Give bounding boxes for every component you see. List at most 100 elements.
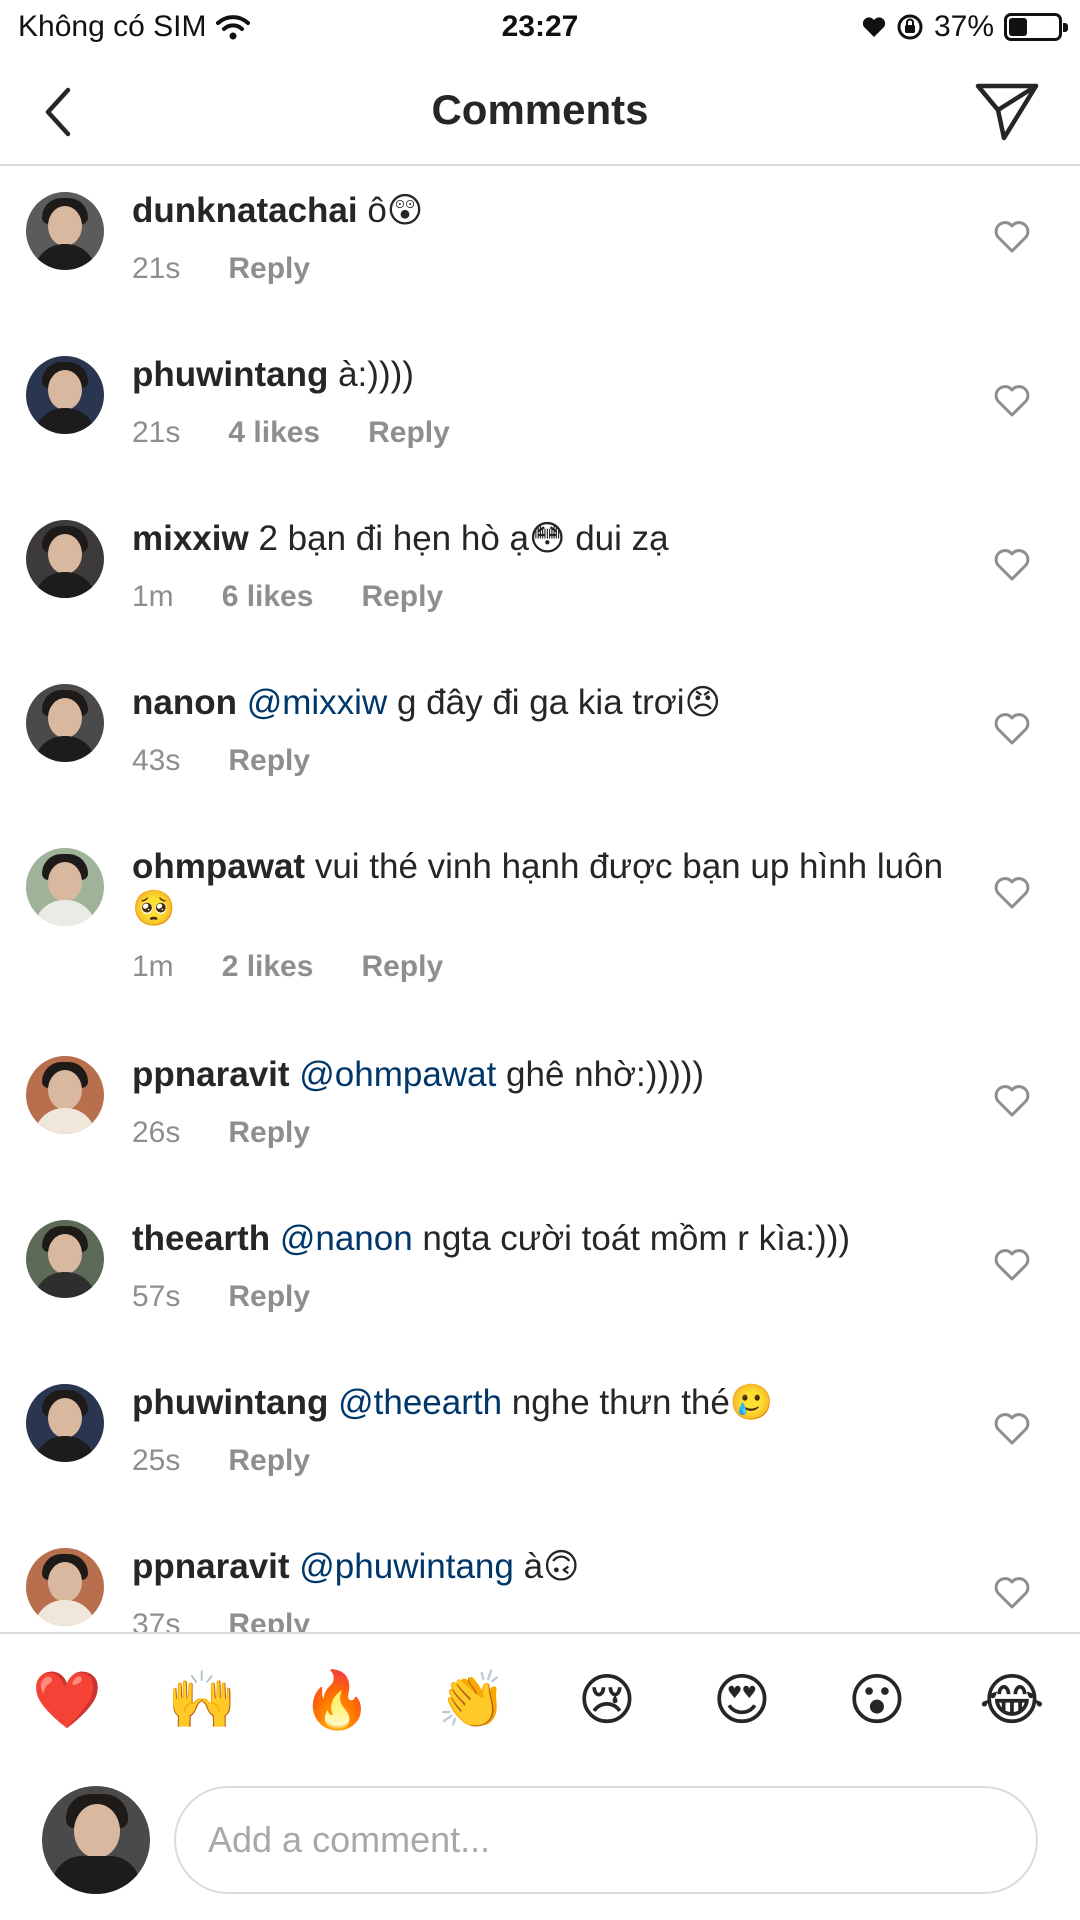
orientation-lock-icon	[897, 14, 923, 40]
comment-body: ô😲	[367, 191, 424, 230]
comment-mention[interactable]: @mixxiw	[247, 683, 388, 722]
comment-mention[interactable]: @nanon	[280, 1219, 413, 1258]
heart-outline-icon[interactable]	[994, 548, 1030, 582]
comment-composer	[0, 1768, 1080, 1920]
emoji-surprised[interactable]: 😮	[842, 1666, 912, 1736]
emoji-laughing[interactable]: 😂	[977, 1666, 1047, 1736]
comment-meta: 1m 6 likes Reply	[132, 580, 443, 614]
heart-outline-icon[interactable]	[994, 220, 1030, 254]
comment-time: 21s	[132, 252, 181, 285]
heart-outline-icon[interactable]	[994, 384, 1030, 418]
battery-percent: 37%	[933, 10, 994, 43]
comment-text: ppnaravit @phuwintang à🙃	[132, 1546, 962, 1588]
likes-count[interactable]: 6 likes	[222, 580, 314, 614]
likes-count[interactable]: 4 likes	[228, 416, 320, 450]
heart-outline-icon[interactable]	[994, 1248, 1030, 1282]
comment-body: ngta cười toát mồm r kìa:)))	[422, 1219, 851, 1258]
avatar[interactable]	[26, 1548, 104, 1626]
reply-button[interactable]: Reply	[368, 416, 450, 450]
comment-username[interactable]: theearth	[132, 1219, 270, 1258]
share-button[interactable]	[974, 80, 1040, 142]
page-title: Comments	[431, 86, 649, 133]
comment-body: à:))))	[338, 355, 414, 394]
comment-meta: 25s Reply	[132, 1444, 310, 1478]
comment-body: 2 bạn đi hẹn hò ạ😳 dui zạ	[258, 519, 669, 558]
comments-list[interactable]: dunknatachai ô😲 21s Reply phuwintang à:)…	[0, 168, 1080, 1632]
comment-username[interactable]: mixxiw	[132, 519, 249, 558]
comment-time: 21s	[132, 416, 181, 449]
comment-time: 57s	[132, 1280, 181, 1313]
avatar[interactable]	[26, 1056, 104, 1134]
status-bar: Không có SIM 23:27 37%	[0, 0, 1080, 56]
avatar[interactable]	[26, 1220, 104, 1298]
comment-username[interactable]: phuwintang	[132, 355, 328, 394]
battery-icon	[1004, 13, 1068, 41]
comment-time: 43s	[132, 744, 181, 777]
comment-time: 1m	[132, 950, 174, 983]
comment-mention[interactable]: @theearth	[338, 1383, 502, 1422]
comment-body: à🙃	[523, 1547, 580, 1586]
comment-username[interactable]: ohmpawat	[132, 847, 305, 886]
comment-mention[interactable]: @ohmpawat	[299, 1055, 496, 1094]
comment-meta: 1m 2 likes Reply	[132, 950, 443, 984]
avatar[interactable]	[26, 520, 104, 598]
heart-status-icon	[862, 17, 886, 37]
likes-count[interactable]: 2 likes	[222, 950, 314, 984]
heart-outline-icon[interactable]	[994, 876, 1030, 910]
comment-time: 1m	[132, 580, 174, 613]
avatar[interactable]	[26, 848, 104, 926]
comment-username[interactable]: ppnaravit	[132, 1055, 290, 1094]
header: Comments	[0, 56, 1080, 166]
comment-time: 26s	[132, 1116, 181, 1149]
add-comment-input[interactable]	[174, 1786, 1038, 1894]
comment-text: ohmpawat vui thé vinh hạnh được bạn up h…	[132, 846, 962, 930]
comment-time: 37s	[132, 1608, 181, 1632]
heart-outline-icon[interactable]	[994, 712, 1030, 746]
comment-body: g đây đi ga kia trơi😠	[396, 683, 721, 722]
avatar[interactable]	[26, 356, 104, 434]
comment-text: mixxiw 2 bạn đi hẹn hò ạ😳 dui zạ	[132, 518, 962, 560]
emoji-raised-hands[interactable]: 🙌	[167, 1666, 237, 1736]
comment-text: dunknatachai ô😲	[132, 190, 962, 232]
reply-button[interactable]: Reply	[228, 744, 310, 778]
my-avatar	[42, 1786, 150, 1894]
reply-button[interactable]: Reply	[228, 1116, 310, 1150]
comment-username[interactable]: ppnaravit	[132, 1547, 290, 1586]
reply-button[interactable]: Reply	[361, 950, 443, 984]
comment-mention[interactable]: @phuwintang	[299, 1547, 514, 1586]
comment-username[interactable]: dunknatachai	[132, 191, 358, 230]
paper-plane-icon	[975, 83, 1039, 141]
comment-meta: 21s Reply	[132, 252, 310, 286]
emoji-heart-eyes[interactable]: 😍	[707, 1666, 777, 1736]
heart-outline-icon[interactable]	[994, 1412, 1030, 1446]
battery-fill	[1009, 18, 1027, 36]
heart-outline-icon[interactable]	[994, 1084, 1030, 1118]
reply-button[interactable]: Reply	[228, 1608, 310, 1632]
emoji-heart[interactable]: ❤️	[32, 1666, 102, 1736]
avatar[interactable]	[26, 684, 104, 762]
avatar[interactable]	[26, 192, 104, 270]
emoji-reaction-bar: ❤️ 🙌 🔥 👏 😢 😍 😮 😂	[0, 1632, 1080, 1768]
emoji-crying[interactable]: 😢	[572, 1666, 642, 1736]
reply-button[interactable]: Reply	[228, 252, 310, 286]
reply-button[interactable]: Reply	[228, 1444, 310, 1478]
comment-meta: 21s 4 likes Reply	[132, 416, 450, 450]
comment-username[interactable]: nanon	[132, 683, 237, 722]
comment-text: nanon @mixxiw g đây đi ga kia trơi😠	[132, 682, 962, 724]
avatar[interactable]	[26, 1384, 104, 1462]
comment-text: theearth @nanon ngta cười toát mồm r kìa…	[132, 1218, 962, 1260]
reply-button[interactable]: Reply	[228, 1280, 310, 1314]
comment-body: nghe thưn thé🥲	[511, 1383, 774, 1422]
emoji-clapping[interactable]: 👏	[437, 1666, 507, 1736]
heart-outline-icon[interactable]	[994, 1576, 1030, 1610]
comment-time: 25s	[132, 1444, 181, 1477]
comment-meta: 37s Reply	[132, 1608, 310, 1632]
comment-text: phuwintang à:))))	[132, 354, 962, 396]
comment-text: ppnaravit @ohmpawat ghê nhờ:)))))	[132, 1054, 962, 1096]
comment-meta: 43s Reply	[132, 744, 310, 778]
emoji-fire[interactable]: 🔥	[302, 1666, 372, 1736]
comment-username[interactable]: phuwintang	[132, 1383, 328, 1422]
reply-button[interactable]: Reply	[361, 580, 443, 614]
comment-text: phuwintang @theearth nghe thưn thé🥲	[132, 1382, 962, 1424]
comment-body: ghê nhờ:)))))	[506, 1055, 705, 1094]
